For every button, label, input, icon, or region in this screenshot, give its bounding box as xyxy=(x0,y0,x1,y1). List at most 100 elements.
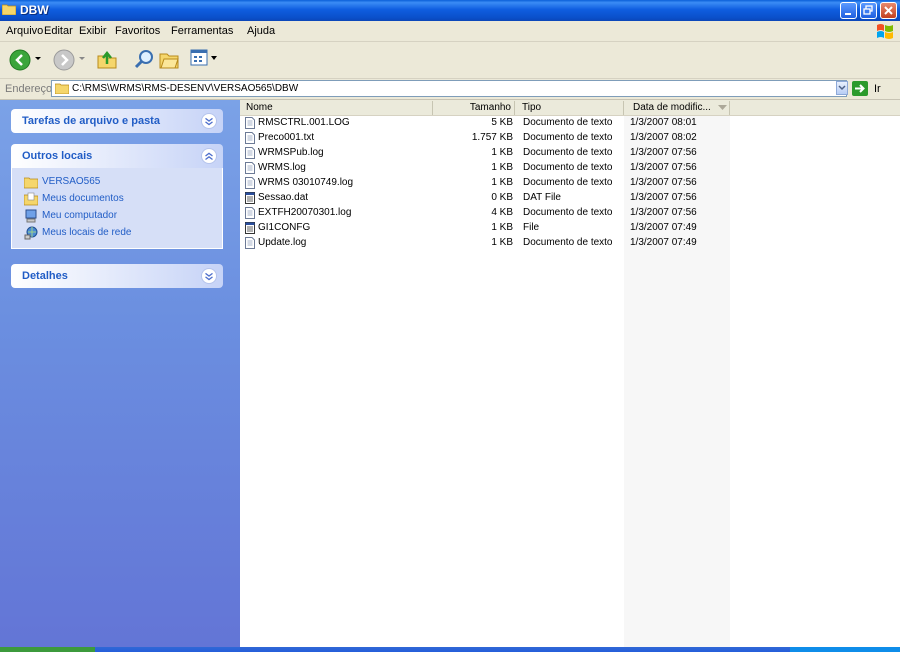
file-type: Documento de texto xyxy=(523,207,613,218)
address-dropdown-button[interactable] xyxy=(836,81,848,95)
column-header-size[interactable]: Tamanho xyxy=(433,101,515,115)
file-row[interactable]: EXTFH20070301.log 4 KB Documento de texto 1… xyxy=(240,206,900,221)
file-row[interactable]: Update.log 1 KB Documento de texto 1/3/2007… xyxy=(240,236,900,251)
taskbar xyxy=(0,647,900,652)
tasks-panel-header[interactable]: Tarefas de arquivo e pasta xyxy=(11,109,223,133)
places-panel: Outros locais VERSAO565 Meus documentos … xyxy=(11,144,223,249)
menu-favoritos[interactable]: Favoritos xyxy=(115,25,160,37)
file-size: 1 KB xyxy=(491,237,513,248)
file-date: 1/3/2007 07:56 xyxy=(630,177,697,188)
place-link-meus-documentos[interactable]: Meus documentos xyxy=(12,191,222,208)
file-name: RMSCTRL.001.LOG xyxy=(258,117,350,128)
menu-exibir[interactable]: Exibir xyxy=(79,25,107,37)
expand-chevron-icon[interactable] xyxy=(201,113,217,129)
file-size: 1.757 KB xyxy=(471,132,513,143)
details-panel-header[interactable]: Detalhes xyxy=(11,264,223,288)
close-button[interactable] xyxy=(880,2,897,19)
generic-file-icon xyxy=(245,192,255,204)
minimize-button[interactable] xyxy=(840,2,857,19)
column-headers: Nome Tamanho Tipo Data de modific... xyxy=(240,100,900,116)
file-row[interactable]: WRMS 03010749.log 1 KB Documento de texto 1… xyxy=(240,176,900,191)
sort-arrow-icon xyxy=(718,105,727,110)
file-row[interactable]: Sessao.dat 0 KB DAT File 1/3/2007 07:56 xyxy=(240,191,900,206)
file-row[interactable]: RMSCTRL.001.LOG 5 KB Documento de texto 1/3… xyxy=(240,116,900,131)
forward-dropdown-icon[interactable] xyxy=(78,56,86,62)
start-button[interactable] xyxy=(0,647,95,652)
go-label[interactable]: Ir xyxy=(874,83,881,95)
file-row[interactable]: WRMS.log 1 KB Documento de texto 1/3/2007 0… xyxy=(240,161,900,176)
search-icon[interactable] xyxy=(134,48,156,70)
tasks-panel-title: Tarefas de arquivo e pasta xyxy=(22,115,160,127)
file-size: 1 KB xyxy=(491,177,513,188)
file-name: WRMS.log xyxy=(258,162,306,173)
menu-ferramentas[interactable]: Ferramentas xyxy=(171,25,233,37)
file-row[interactable]: WRMSPub.log 1 KB Documento de texto 1/3/200… xyxy=(240,146,900,161)
column-header-name[interactable]: Nome xyxy=(240,101,433,115)
menu-editar[interactable]: Editar xyxy=(44,25,73,37)
menu-arquivo[interactable]: Arquivo xyxy=(6,25,43,37)
address-path: C:\RMS\WRMS\RMS-DESENV\VERSAO565\DBW xyxy=(72,83,299,94)
file-row[interactable]: GI1CONFG 1 KB File 1/3/2007 07:49 xyxy=(240,221,900,236)
text-file-icon xyxy=(245,207,255,219)
file-name: Update.log xyxy=(258,237,307,248)
places-panel-header[interactable]: Outros locais xyxy=(11,144,223,168)
up-folder-icon[interactable] xyxy=(96,48,118,70)
place-link-meus-locais-de-rede[interactable]: Meus locais de rede xyxy=(12,225,222,242)
address-label: Endereço xyxy=(5,83,53,95)
menu-ajuda[interactable]: Ajuda xyxy=(247,25,275,37)
column-header-date[interactable]: Data de modific... xyxy=(624,101,730,115)
file-date: 1/3/2007 07:56 xyxy=(630,162,697,173)
file-date: 1/3/2007 08:02 xyxy=(630,132,697,143)
back-arrow-icon[interactable] xyxy=(8,48,32,72)
views-icon[interactable] xyxy=(190,48,210,68)
file-type: Documento de texto xyxy=(523,237,613,248)
file-row[interactable]: Preco001.txt 1.757 KB Documento de texto 1/… xyxy=(240,131,900,146)
back-dropdown-icon[interactable] xyxy=(34,56,42,62)
forward-arrow-icon[interactable] xyxy=(52,48,76,72)
folder-icon xyxy=(55,83,69,94)
collapse-chevron-icon[interactable] xyxy=(201,148,217,164)
text-file-icon xyxy=(245,237,255,249)
go-button[interactable] xyxy=(852,81,868,96)
file-name: GI1CONFG xyxy=(258,222,311,233)
file-type: Documento de texto xyxy=(523,177,613,188)
text-file-icon xyxy=(245,147,255,159)
place-link-versao565[interactable]: VERSAO565 xyxy=(12,174,222,191)
maximize-button[interactable] xyxy=(860,2,877,19)
file-type: Documento de texto xyxy=(523,117,613,128)
menu-bar: Arquivo Editar Exibir Favoritos Ferramen… xyxy=(0,21,900,42)
system-tray xyxy=(790,647,900,652)
network-places-icon xyxy=(24,226,38,240)
chevron-down-icon xyxy=(838,85,846,91)
column-header-date-label: Data de modific... xyxy=(633,102,711,113)
details-panel: Detalhes xyxy=(11,264,223,288)
window-title: DBW xyxy=(20,3,49,17)
text-file-icon xyxy=(245,177,255,189)
views-dropdown-icon[interactable] xyxy=(211,56,217,61)
folders-icon[interactable] xyxy=(158,48,180,70)
column-header-type[interactable]: Tipo xyxy=(515,101,624,115)
file-type: Documento de texto xyxy=(523,162,613,173)
place-link-meu-computador[interactable]: Meu computador xyxy=(12,208,222,225)
tasks-panel: Tarefas de arquivo e pasta xyxy=(11,109,223,133)
place-label: Meu computador xyxy=(42,210,118,221)
file-date: 1/3/2007 07:56 xyxy=(630,147,697,158)
generic-file-icon xyxy=(245,222,255,234)
file-type: DAT File xyxy=(523,192,561,203)
text-file-icon xyxy=(245,117,255,129)
places-panel-body: VERSAO565 Meus documentos Meu computador… xyxy=(11,168,223,249)
file-name: EXTFH20070301.log xyxy=(258,207,352,218)
my-documents-icon xyxy=(24,192,38,206)
folder-icon xyxy=(2,4,16,15)
folder-icon xyxy=(24,177,38,189)
address-input[interactable]: C:\RMS\WRMS\RMS-DESENV\VERSAO565\DBW xyxy=(51,80,847,97)
file-name: Preco001.txt xyxy=(258,132,315,143)
close-icon xyxy=(884,6,893,15)
expand-chevron-icon[interactable] xyxy=(201,268,217,284)
file-type: Documento de texto xyxy=(523,132,613,143)
restore-icon xyxy=(863,5,873,15)
my-computer-icon xyxy=(25,209,37,223)
file-name: Sessao.dat xyxy=(258,192,309,203)
file-date: 1/3/2007 07:49 xyxy=(630,222,697,233)
file-list: Nome Tamanho Tipo Data de modific... RMS… xyxy=(240,100,900,647)
